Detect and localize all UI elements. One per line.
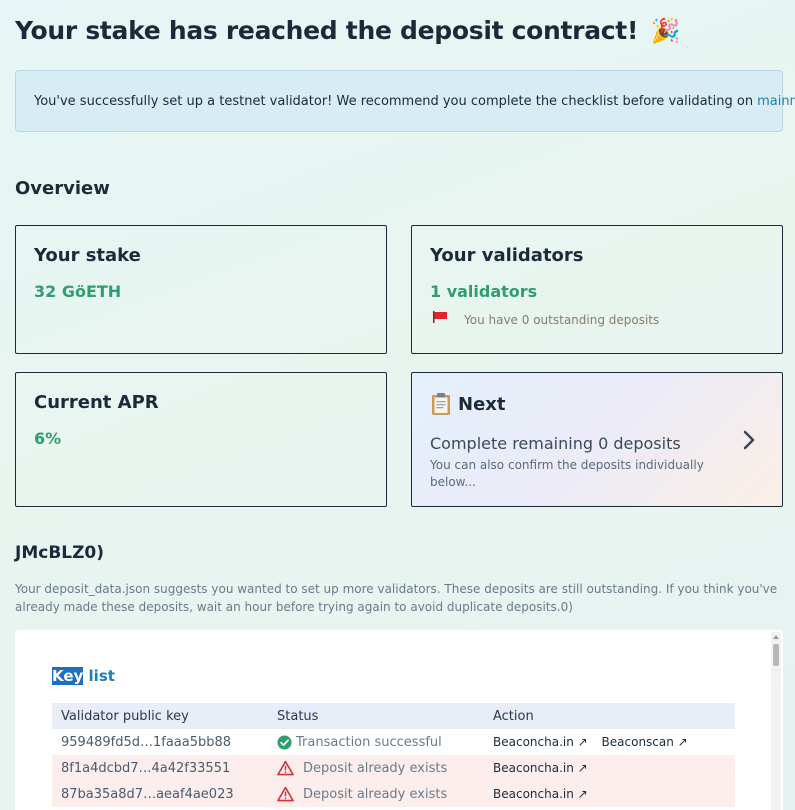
flag-icon xyxy=(433,311,447,323)
apr-card: Current APR 6% xyxy=(15,372,387,507)
chevron-right-icon[interactable] xyxy=(742,429,756,451)
outstanding-text: You have 0 outstanding deposits xyxy=(464,313,660,327)
column-header: Validator public key xyxy=(61,708,189,724)
table-row: 959489fd5d…1faaa5bb88 Transaction succes… xyxy=(52,729,735,755)
next-title-text: Next xyxy=(458,393,506,415)
status-text: Transaction successful xyxy=(296,734,442,750)
success-alert: You've successfully set up a testnet val… xyxy=(15,70,795,132)
validators-card: Your validators 1 validators You have 0 … xyxy=(411,225,783,354)
alert-text: You've successfully set up a testnet val… xyxy=(34,93,754,109)
key-list-panel: Key list Validator public key Status Act… xyxy=(15,630,783,810)
beaconchain-link[interactable]: Beaconcha.in ↗ xyxy=(493,735,588,749)
scroll-up-icon[interactable] xyxy=(773,635,779,639)
validator-key: 959489fd5d…1faaa5bb88 xyxy=(61,734,232,750)
status-text: Deposit already exists xyxy=(303,760,448,776)
table-header: Validator public key Status Action xyxy=(52,703,735,729)
key-list-title-rest: list xyxy=(83,667,115,685)
outstanding-deposits: You have 0 outstanding deposits xyxy=(430,311,764,327)
status-cell: Transaction successful xyxy=(277,735,493,750)
warning-icon xyxy=(277,786,294,802)
stake-value: 32 GöETH xyxy=(34,282,122,301)
action-cell: Beaconcha.in ↗ Beaconscan ↗ xyxy=(493,735,735,749)
action-cell: Beaconcha.in ↗ xyxy=(493,761,735,775)
scrollbar[interactable] xyxy=(771,632,781,810)
table-row: 8f1a4dcbd7…4a42f33551 Deposit already ex… xyxy=(52,755,735,781)
next-card-title: Next xyxy=(430,392,764,416)
validator-key: 8f1a4dcbd7…4a42f33551 xyxy=(61,760,231,776)
key-list-title-selected: Key xyxy=(52,667,84,685)
mainnet-link-label: mainnet xyxy=(757,93,795,109)
action-cell: Beaconcha.in ↗ xyxy=(493,787,735,801)
check-circle-icon xyxy=(277,734,292,750)
status-cell: Deposit already exists xyxy=(277,760,493,776)
deposits-heading: JMcBLZ0) xyxy=(15,543,105,563)
stake-card-title: Your stake xyxy=(34,245,141,266)
next-card[interactable]: Next Complete remaining 0 deposits You c… xyxy=(411,372,783,507)
status-cell: Deposit already exists xyxy=(277,786,493,802)
beaconchain-link[interactable]: Beaconcha.in ↗ xyxy=(493,761,588,775)
apr-card-title: Current APR xyxy=(34,392,159,413)
beaconchain-link[interactable]: Beaconcha.in ↗ xyxy=(493,787,588,801)
deposits-description: Your deposit_data.json suggests you want… xyxy=(15,582,778,614)
clipboard-icon xyxy=(432,393,450,415)
warning-icon xyxy=(277,760,294,776)
validators-card-title: Your validators xyxy=(430,245,584,266)
stake-card: Your stake 32 GöETH xyxy=(15,225,387,354)
mainnet-link[interactable]: mainnet↗ xyxy=(757,94,795,109)
beaconscan-link[interactable]: Beaconscan ↗ xyxy=(602,735,688,749)
party-popper-icon: 🎉 xyxy=(650,17,681,45)
scroll-thumb[interactable] xyxy=(773,644,779,666)
status-text: Deposit already exists xyxy=(303,786,448,802)
overview-heading: Overview xyxy=(15,178,110,199)
column-header: Action xyxy=(493,708,534,724)
next-main-text: Complete remaining 0 deposits xyxy=(430,434,681,453)
apr-value: 6% xyxy=(34,429,62,448)
validators-value: 1 validators xyxy=(430,282,538,301)
validator-key: 87ba35a8d7…aeaf4ae023 xyxy=(61,786,234,802)
column-header: Status xyxy=(277,708,319,724)
key-list-table: Validator public key Status Action 95948… xyxy=(52,703,735,807)
table-row: 87ba35a8d7…aeaf4ae023 Deposit already ex… xyxy=(52,781,735,807)
key-list-title: Key list xyxy=(52,667,115,685)
page-title-text: Your stake has reached the deposit contr… xyxy=(15,16,639,45)
page-title: Your stake has reached the deposit contr… xyxy=(15,16,680,45)
next-sub-text: You can also confirm the deposits indivi… xyxy=(430,458,704,489)
